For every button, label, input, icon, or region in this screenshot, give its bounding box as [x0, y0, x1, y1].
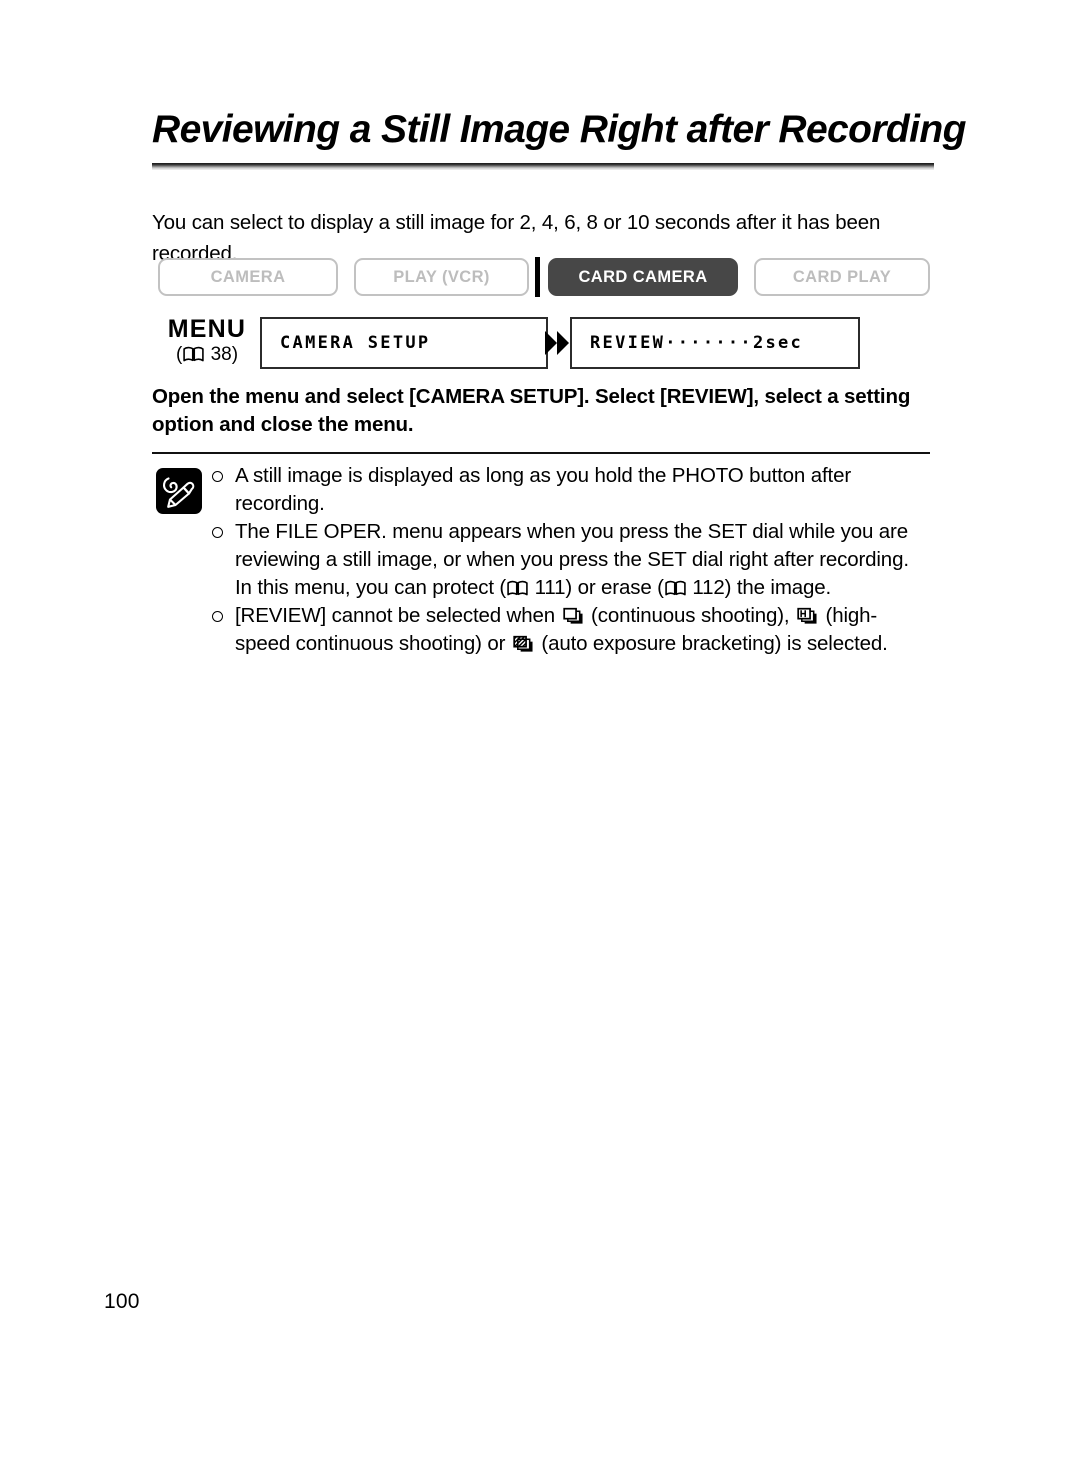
notes-list: A still image is displayed as long as yo… [212, 462, 930, 658]
bullet-icon [212, 471, 223, 482]
mode-button-label: CARD CAMERA [578, 267, 708, 286]
page-number: 100 [104, 1290, 140, 1313]
note-text: A still image is displayed as long as yo… [235, 464, 852, 515]
notes-pencil-icon [156, 468, 202, 514]
manual-page: Reviewing a Still Image Right after Reco… [0, 0, 1080, 1461]
book-icon [183, 346, 204, 362]
book-icon [507, 580, 528, 596]
menu-page-reference: ( 38) [152, 343, 262, 367]
note-text-segment: (continuous shooting), [585, 604, 796, 627]
menu-page-number: 38 [210, 344, 232, 365]
paren-close: ) [231, 344, 239, 365]
bullet-icon [212, 527, 223, 538]
instruction-line-1: Open the menu and select [CAMERA SETUP].… [152, 385, 839, 408]
auto-exposure-bracketing-icon [513, 635, 533, 652]
continuous-shooting-icon [562, 607, 583, 624]
mode-group-separator [535, 257, 540, 297]
menu-step-label: CAMERA SETUP [280, 333, 431, 353]
menu-label: MENU [167, 315, 247, 343]
double-right-arrow-icon [545, 331, 569, 355]
mode-button-label: CAMERA [210, 267, 286, 286]
mode-button-row: CAMERA PLAY (VCR) CARD CAMERA CARD PLAY [158, 257, 930, 297]
paren-open: ( [175, 344, 183, 365]
note-item: The FILE OPER. menu appears when you pre… [212, 518, 930, 602]
bullet-icon [212, 611, 223, 622]
instruction-text: Open the menu and select [CAMERA SETUP].… [152, 383, 930, 439]
mode-button-card-play[interactable]: CARD PLAY [754, 258, 930, 296]
note-text-segment: (auto exposure bracketing) is selected. [535, 632, 888, 655]
mode-button-label: CARD PLAY [792, 267, 892, 286]
menu-label-group: MENU ( 38) [152, 316, 262, 367]
high-speed-continuous-shooting-icon [797, 607, 817, 624]
menu-step-label: REVIEW·······2sec [590, 333, 804, 353]
mode-button-camera[interactable]: CAMERA [158, 258, 338, 296]
title-divider [152, 162, 934, 170]
book-icon [665, 580, 686, 596]
note-text-segment: 112) the image. [686, 576, 832, 599]
page-title: Reviewing a Still Image Right after Reco… [152, 108, 966, 151]
mode-button-card-camera[interactable]: CARD CAMERA [548, 258, 738, 296]
menu-step-camera-setup[interactable]: CAMERA SETUP [260, 317, 548, 369]
title-block: Reviewing a Still Image Right after Reco… [152, 108, 966, 170]
note-text-segment: [REVIEW] cannot be selected when [235, 604, 561, 627]
mode-button-play-vcr[interactable]: PLAY (VCR) [354, 258, 529, 296]
mode-button-label: PLAY (VCR) [393, 267, 490, 286]
pencil-glyph [163, 477, 195, 508]
menu-step-review[interactable]: REVIEW·······2sec [570, 317, 860, 369]
note-item: A still image is displayed as long as yo… [212, 462, 930, 518]
menu-path-row: MENU ( 38) CAMERA SETUP REVIEW·······2se… [152, 316, 934, 378]
note-text-segment: 111) or erase ( [529, 576, 664, 599]
note-item: [REVIEW] cannot be selected when (contin… [212, 602, 930, 658]
instruction-divider [152, 452, 930, 454]
